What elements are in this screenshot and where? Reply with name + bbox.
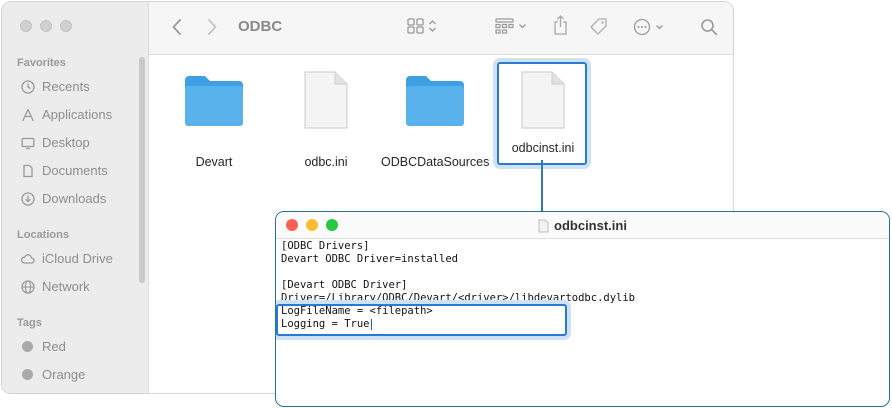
desktop-icon	[20, 135, 35, 150]
file-name: ODBCDataSources	[381, 155, 490, 169]
applications-icon	[20, 107, 35, 122]
forward-button[interactable]	[206, 18, 218, 36]
highlight-box	[276, 304, 567, 336]
window-title: ODBC	[238, 18, 283, 35]
group-button[interactable]	[495, 18, 527, 34]
code-line: [Devart ODBC Driver]	[281, 279, 408, 291]
action-menu-button[interactable]	[633, 18, 664, 36]
sidebar-item-label: iCloud Drive	[42, 251, 113, 266]
ellipsis-circle-icon	[633, 18, 651, 36]
sidebar-item-tag-red[interactable]: Red	[20, 339, 66, 354]
sidebar-item-recents[interactable]: Recents	[20, 79, 90, 94]
close-button[interactable]	[20, 20, 32, 32]
editor-titlebar: odbcinst.ini	[276, 212, 889, 239]
document-icon	[304, 71, 348, 129]
sidebar-item-label: Red	[42, 339, 66, 354]
code-line: Devart ODBC Driver=installed	[281, 253, 459, 265]
chevron-down-icon	[519, 24, 526, 29]
tag-button[interactable]	[589, 17, 609, 37]
chevron-updown-icon	[429, 20, 436, 32]
window-controls	[20, 20, 72, 32]
sidebar-section-favorites: Favorites	[17, 57, 66, 69]
sidebar-item-label: Network	[42, 279, 90, 294]
clock-icon	[20, 79, 35, 94]
group-icon	[495, 18, 514, 34]
chevron-right-icon	[208, 19, 217, 35]
code-line: [ODBC Drivers]	[281, 240, 370, 252]
file-name: Devart	[195, 155, 233, 169]
file-name: odbc.ini	[304, 155, 348, 169]
folder-icon	[185, 76, 243, 126]
sidebar-item-label: Recents	[42, 79, 90, 94]
back-button[interactable]	[171, 18, 183, 36]
tag-dot-icon	[20, 339, 35, 354]
sidebar-scrollbar[interactable]	[139, 57, 145, 283]
sidebar-item-tag-orange[interactable]: Orange	[20, 367, 85, 382]
share-button[interactable]	[553, 15, 568, 35]
sidebar-item-documents[interactable]: Documents	[20, 163, 108, 178]
file-name: odbcinst.ini	[511, 141, 575, 155]
cloud-icon	[20, 251, 35, 266]
sidebar-item-desktop[interactable]: Desktop	[20, 135, 90, 150]
sidebar-section-tags: Tags	[17, 317, 42, 329]
sidebar-item-label: Orange	[42, 367, 86, 382]
chevron-left-icon	[172, 19, 181, 35]
sidebar-item-label: Downloads	[42, 191, 107, 206]
editor-title: odbcinst.ini	[276, 217, 889, 233]
sidebar: Favorites Recents Applications Desktop D…	[2, 2, 149, 393]
sidebar-item-label: Applications	[42, 107, 113, 122]
document-icon	[538, 219, 549, 233]
sidebar-item-label: Documents	[42, 163, 108, 178]
share-icon	[554, 15, 567, 35]
view-mode-button[interactable]	[407, 18, 437, 34]
download-icon	[20, 191, 35, 206]
sidebar-item-network[interactable]: Network	[20, 279, 90, 294]
sidebar-item-downloads[interactable]: Downloads	[20, 191, 106, 206]
icon-grid-icon	[407, 18, 424, 34]
document-icon	[20, 163, 35, 178]
finder-toolbar: ODBC	[149, 2, 733, 55]
text-editor-window: odbcinst.ini [ODBC Drivers] Devart ODBC …	[275, 211, 890, 407]
search-icon	[701, 19, 718, 36]
callout-connector-line	[541, 160, 543, 212]
folder-icon	[406, 76, 464, 126]
document-icon	[521, 71, 565, 129]
tag-dot-icon	[20, 367, 35, 382]
minimize-button[interactable]	[40, 20, 52, 32]
zoom-button[interactable]	[60, 20, 72, 32]
search-button[interactable]	[700, 18, 718, 36]
tag-icon	[590, 18, 607, 35]
sidebar-item-icloud-drive[interactable]: iCloud Drive	[20, 251, 113, 266]
sidebar-section-locations: Locations	[17, 229, 69, 241]
chevron-down-icon	[656, 25, 663, 30]
sidebar-item-label: Desktop	[42, 135, 90, 150]
sidebar-item-applications[interactable]: Applications	[20, 107, 112, 122]
globe-icon	[20, 279, 35, 294]
